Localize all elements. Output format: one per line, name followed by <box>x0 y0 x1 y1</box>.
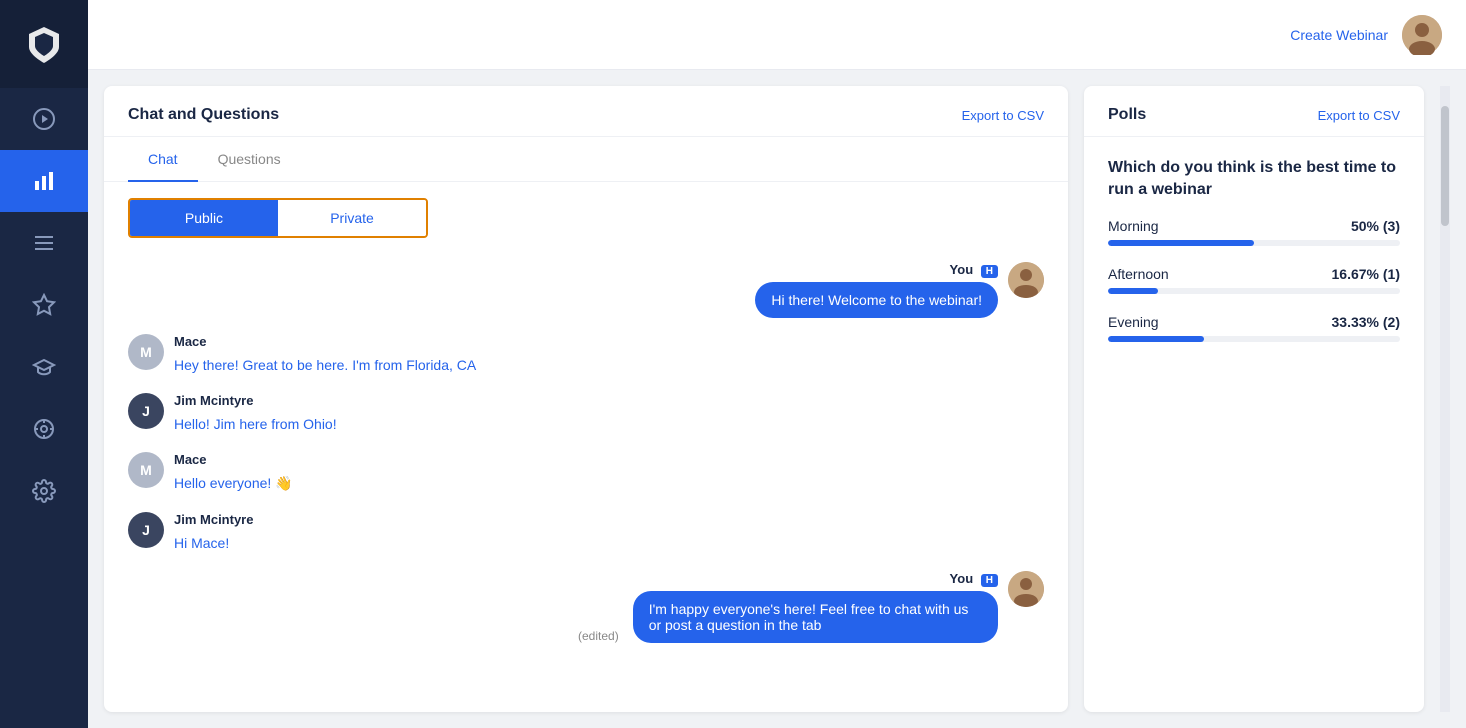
mace-avatar: M <box>128 334 164 370</box>
poll-option-label: Morning <box>1108 218 1159 234</box>
poll-question: Which do you think is the best time to r… <box>1084 137 1424 218</box>
poll-bar-bg <box>1108 288 1400 294</box>
message-bubble: I'm happy everyone's here! Feel free to … <box>633 591 998 643</box>
message-bubble: Hey there! Great to be here. I'm from Fl… <box>174 353 476 377</box>
message-content: Mace Hello everyone! 👋 <box>174 452 293 496</box>
toggle-public[interactable]: Public <box>130 200 278 236</box>
message-row: J Jim Mcintyre Hi Mace! <box>128 512 1044 555</box>
poll-option-label: Evening <box>1108 314 1159 330</box>
you-badge: H <box>981 574 998 587</box>
chat-messages[interactable]: You H Hi there! Welcome to the webinar! … <box>104 254 1068 712</box>
message-sender: You H <box>755 262 998 278</box>
poll-option-value: 50% (3) <box>1351 218 1400 234</box>
message-content: Mace Hey there! Great to be here. I'm fr… <box>174 334 476 377</box>
message-sender: You H <box>950 571 998 587</box>
message-row: You H Hi there! Welcome to the webinar! <box>128 262 1044 318</box>
toggle-container: Public Private <box>104 182 1068 254</box>
settings-circle-icon <box>32 417 56 441</box>
scrollbar-thumb[interactable] <box>1441 106 1449 226</box>
logo-icon <box>23 23 65 65</box>
jim-avatar: J <box>128 393 164 429</box>
poll-option-morning: Morning 50% (3) <box>1108 218 1400 246</box>
sidebar <box>0 0 88 728</box>
poll-bar-fill <box>1108 336 1204 342</box>
message-sender: Mace <box>174 334 476 349</box>
mortarboard-icon <box>32 355 56 379</box>
chart-icon <box>32 169 56 193</box>
avatar-image <box>1402 15 1442 55</box>
message-bubble: Hi there! Welcome to the webinar! <box>755 282 998 318</box>
poll-option-value: 16.67% (1) <box>1332 266 1400 282</box>
poll-option-header: Morning 50% (3) <box>1108 218 1400 234</box>
polls-export-csv[interactable]: Export to CSV <box>1318 108 1400 123</box>
create-webinar-link[interactable]: Create Webinar <box>1290 27 1388 43</box>
sidebar-item-chart[interactable] <box>0 150 88 212</box>
poll-options: Morning 50% (3) Afternoon 16.67% (1) <box>1084 218 1424 378</box>
list-icon <box>32 231 56 255</box>
polls-panel-title: Polls <box>1108 106 1146 124</box>
main-content: Create Webinar Chat and Questions Export… <box>88 0 1466 728</box>
sidebar-item-settings-circle[interactable] <box>0 398 88 460</box>
edited-label: (edited) <box>578 629 619 643</box>
self-avatar <box>1008 571 1044 607</box>
message-row: M Mace Hello everyone! 👋 <box>128 452 1044 496</box>
poll-option-header: Evening 33.33% (2) <box>1108 314 1400 330</box>
sidebar-item-star[interactable] <box>0 274 88 336</box>
message-row: J Jim Mcintyre Hello! Jim here from Ohio… <box>128 393 1044 436</box>
poll-option-afternoon: Afternoon 16.67% (1) <box>1108 266 1400 294</box>
message-sender: Jim Mcintyre <box>174 512 253 527</box>
message-bubble: Hello everyone! 👋 <box>174 471 293 496</box>
polls-panel: Polls Export to CSV Which do you think i… <box>1084 86 1424 712</box>
message-sender: Jim Mcintyre <box>174 393 337 408</box>
poll-bar-fill <box>1108 288 1158 294</box>
message-row: You H (edited) I'm happy everyone's here… <box>128 571 1044 643</box>
public-private-toggle: Public Private <box>128 198 428 238</box>
right-scrollbar[interactable] <box>1440 86 1450 712</box>
tab-questions[interactable]: Questions <box>198 137 301 181</box>
chat-panel-title: Chat and Questions <box>128 106 279 124</box>
chat-panel: Chat and Questions Export to CSV Chat Qu… <box>104 86 1068 712</box>
poll-option-value: 33.33% (2) <box>1332 314 1400 330</box>
poll-bar-fill <box>1108 240 1254 246</box>
self-avatar <box>1008 262 1044 298</box>
message-bubble: Hello! Jim here from Ohio! <box>174 412 337 436</box>
message-content: Jim Mcintyre Hello! Jim here from Ohio! <box>174 393 337 436</box>
sidebar-item-mortarboard[interactable] <box>0 336 88 398</box>
avatar-image <box>1008 571 1044 607</box>
chat-export-csv[interactable]: Export to CSV <box>962 108 1044 123</box>
poll-bar-bg <box>1108 336 1400 342</box>
you-badge: H <box>981 265 998 278</box>
message-sender: Mace <box>174 452 293 467</box>
chat-tabs: Chat Questions <box>104 137 1068 182</box>
message-content: Jim Mcintyre Hi Mace! <box>174 512 253 555</box>
sidebar-item-list[interactable] <box>0 212 88 274</box>
play-icon <box>32 107 56 131</box>
polls-panel-header: Polls Export to CSV <box>1084 86 1424 137</box>
message-content: You H Hi there! Welcome to the webinar! <box>755 262 998 318</box>
message-content: You H (edited) I'm happy everyone's here… <box>578 571 998 643</box>
tab-chat[interactable]: Chat <box>128 137 198 181</box>
sidebar-item-play[interactable] <box>0 88 88 150</box>
panels-container: Chat and Questions Export to CSV Chat Qu… <box>88 70 1466 728</box>
poll-bar-bg <box>1108 240 1400 246</box>
sidebar-logo <box>0 0 88 88</box>
message-row: M Mace Hey there! Great to be here. I'm … <box>128 334 1044 377</box>
message-bubble: Hi Mace! <box>174 531 229 555</box>
gear-icon <box>32 479 56 503</box>
user-avatar[interactable] <box>1402 15 1442 55</box>
chat-panel-header: Chat and Questions Export to CSV <box>104 86 1068 137</box>
mace-avatar: M <box>128 452 164 488</box>
star-icon <box>32 293 56 317</box>
poll-option-header: Afternoon 16.67% (1) <box>1108 266 1400 282</box>
poll-option-label: Afternoon <box>1108 266 1169 282</box>
sidebar-item-settings[interactable] <box>0 460 88 522</box>
jim-avatar: J <box>128 512 164 548</box>
topbar: Create Webinar <box>88 0 1466 70</box>
avatar-image <box>1008 262 1044 298</box>
toggle-private[interactable]: Private <box>278 200 426 236</box>
poll-option-evening: Evening 33.33% (2) <box>1108 314 1400 342</box>
